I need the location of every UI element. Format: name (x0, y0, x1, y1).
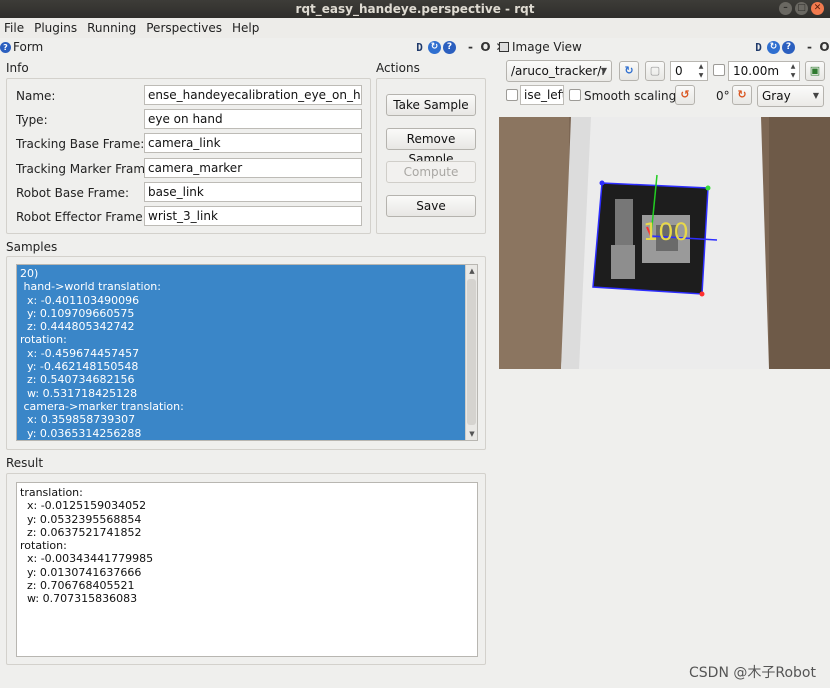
menu-help[interactable]: Help (232, 21, 259, 35)
type-field[interactable]: eye on hand (144, 109, 362, 129)
save-button[interactable]: Save (386, 195, 476, 217)
spin-arrows-icon[interactable]: ▲ ▼ (788, 62, 798, 80)
smooth-scaling-label: Smooth scaling (584, 89, 677, 103)
chevron-down-icon: ▼ (600, 66, 607, 75)
marker-id-label: 100 (643, 218, 689, 246)
tracking-base-frame-field[interactable]: camera_link (144, 133, 362, 153)
tracking-base-frame-label: Tracking Base Frame: (16, 137, 145, 151)
form-dock-title: Form (13, 40, 44, 54)
info-group-label: Info (6, 61, 29, 75)
help-icon[interactable]: ? (443, 40, 456, 54)
minimize-dock-button[interactable]: - (464, 40, 477, 54)
tracking-marker-frame-field[interactable]: camera_marker (144, 158, 362, 178)
tracking-marker-frame-label: Tracking Marker Frame: (16, 162, 157, 176)
color-scheme-combobox[interactable]: Gray ▼ (757, 85, 824, 107)
image-dock-header: Image View (499, 38, 582, 56)
camera-image[interactable]: 100 (499, 117, 830, 369)
form-dock-header: ? Form (0, 38, 43, 56)
menu-running[interactable]: Running (87, 21, 136, 35)
publish-click-checkbox[interactable] (506, 89, 518, 101)
help-icon: ? (0, 41, 11, 53)
dock-d-button[interactable]: D (413, 41, 426, 54)
window-title: rqt_easy_handeye.perspective - rqt (295, 2, 535, 16)
robot-effector-frame-label: Robot Effector Frame: (16, 210, 147, 224)
menu-bar: File Plugins Running Perspectives Help (0, 18, 830, 38)
mouse-topic-field[interactable]: ise_left (520, 85, 564, 105)
robot-base-frame-field[interactable]: base_link (144, 182, 362, 202)
scroll-up-icon[interactable]: ▲ (466, 265, 477, 277)
result-label: Result (6, 456, 44, 470)
type-label: Type: (16, 113, 48, 127)
camera-frame: 100 (499, 117, 830, 369)
dock-d-button[interactable]: D (752, 41, 765, 54)
topic-value: /aruco_tracker/r (511, 64, 607, 78)
selected-sample-text[interactable]: 20) hand->world translation: x: -0.40110… (17, 265, 465, 440)
window-titlebar: rqt_easy_handeye.perspective - rqt – □ ✕ (0, 0, 830, 18)
spin-arrows-icon[interactable]: ▲ ▼ (696, 62, 706, 80)
save-image-icon[interactable]: ▣ (805, 61, 825, 81)
samples-list[interactable]: 20) hand->world translation: x: -0.40110… (16, 264, 478, 441)
robot-base-frame-label: Robot Base Frame: (16, 186, 130, 200)
robot-effector-frame-field[interactable]: wrist_3_link (144, 206, 362, 226)
remove-sample-button[interactable]: Remove Sample (386, 128, 476, 166)
numeric-spinbox[interactable]: 0 ▲ ▼ (670, 61, 708, 81)
reload-icon[interactable]: ↻ (428, 40, 441, 54)
scroll-down-icon[interactable]: ▼ (466, 428, 477, 440)
menu-file[interactable]: File (4, 21, 24, 35)
spinbox-value: 0 (675, 64, 683, 78)
minimize-window-button[interactable]: – (779, 2, 792, 15)
max-range-spinbox[interactable]: 10.00m ▲ ▼ (728, 61, 800, 81)
name-field[interactable]: ense_handeyecalibration_eye_on_hand/ (144, 85, 362, 105)
float-dock-button[interactable]: O (818, 40, 830, 54)
image-panel-background (499, 369, 830, 688)
minimize-dock-button[interactable]: - (803, 40, 816, 54)
image-dock-title: Image View (512, 40, 582, 54)
watermark: CSDN @木子Robot (689, 665, 816, 681)
scrollbar-thumb[interactable] (467, 279, 476, 425)
topic-combobox[interactable]: /aruco_tracker/r ▼ (506, 60, 612, 82)
rotate-left-icon[interactable]: ↺ (675, 85, 695, 105)
rotation-label: 0° (716, 89, 730, 103)
refresh-topics-button[interactable]: ↻ (619, 61, 639, 81)
max-range-checkbox[interactable] (713, 64, 725, 76)
rotate-right-icon[interactable]: ↻ (732, 85, 752, 105)
close-window-button[interactable]: ✕ (811, 2, 824, 15)
image-view-icon (499, 42, 509, 52)
menu-plugins[interactable]: Plugins (34, 21, 77, 35)
reload-icon[interactable]: ↻ (767, 40, 780, 54)
maximize-window-button[interactable]: □ (795, 2, 808, 15)
name-label: Name: (16, 89, 56, 103)
take-sample-button[interactable]: Take Sample (386, 94, 476, 116)
chevron-down-icon: ▼ (812, 91, 819, 100)
samples-scrollbar[interactable]: ▲ ▼ (465, 265, 477, 440)
float-dock-button[interactable]: O (479, 40, 492, 54)
max-range-value: 10.00m (733, 64, 780, 78)
compute-button[interactable]: Compute (386, 161, 476, 183)
samples-label: Samples (6, 240, 58, 254)
menu-perspectives[interactable]: Perspectives (146, 21, 222, 35)
actions-group-label: Actions (376, 61, 420, 75)
color-scheme-value: Gray (762, 89, 791, 103)
result-text[interactable]: translation: x: -0.0125159034052 y: 0.05… (16, 482, 478, 657)
help-icon[interactable]: ? (782, 40, 795, 54)
smooth-scaling-checkbox[interactable] (569, 89, 581, 101)
zoom-fit-button[interactable]: ▢ (645, 61, 665, 81)
